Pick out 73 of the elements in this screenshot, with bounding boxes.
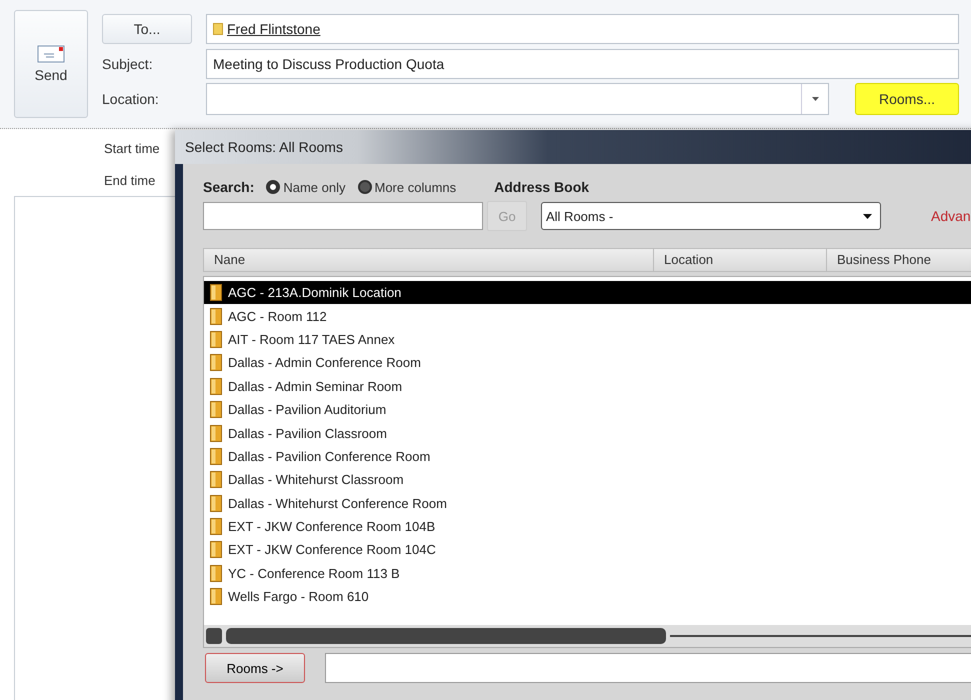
- dropdown-icon[interactable]: [812, 97, 818, 101]
- room-icon: [210, 401, 222, 418]
- room-row[interactable]: Dallas - Admin Conference Room: [204, 351, 971, 375]
- dialog-title: Select Rooms: All Rooms: [185, 139, 343, 155]
- end-time-label: End time: [104, 173, 156, 188]
- column-header[interactable]: Location: [654, 249, 827, 271]
- room-icon: [210, 541, 222, 558]
- room-name: Dallas - Pavilion Classroom: [228, 426, 387, 441]
- column-header[interactable]: Business Phone: [827, 249, 971, 271]
- search-label: Search:: [203, 179, 254, 195]
- send-button[interactable]: Send: [14, 10, 88, 118]
- advanced-find-link[interactable]: Advan: [931, 208, 971, 224]
- room-name: Dallas - Pavilion Conference Room: [228, 448, 430, 464]
- horizontal-scrollbar[interactable]: [204, 625, 971, 647]
- room-name: EXT - JKW Conference Room 104C: [228, 542, 436, 558]
- address-book-dropdown[interactable]: All Rooms -: [541, 202, 881, 230]
- room-row[interactable]: Dallas - Admin Seminar Room: [204, 374, 971, 398]
- room-name: YC - Conference Room 113 B: [228, 566, 400, 581]
- room-name: Dallas - Pavilion Auditorium: [228, 402, 386, 418]
- room-icon: [210, 588, 222, 606]
- address-book-label: Address Book: [494, 179, 590, 195]
- room-name: AGC - 213A.Dominik Location: [228, 285, 402, 300]
- location-label: Location:: [102, 91, 160, 107]
- room-row[interactable]: Dallas - Whitehurst Conference Room: [204, 492, 971, 515]
- room-icon: [210, 330, 222, 348]
- start-time-label: Start time: [104, 141, 160, 156]
- room-name: Wells Fargo - Room 610: [228, 589, 369, 604]
- rooms-field[interactable]: [325, 653, 971, 683]
- room-icon: [210, 448, 222, 465]
- room-row[interactable]: Dallas - Pavilion Auditorium: [204, 398, 971, 422]
- room-row[interactable]: AGC - Room 112: [204, 304, 971, 328]
- location-field[interactable]: [206, 83, 829, 115]
- radio-button[interactable]: [358, 180, 372, 194]
- radio-label[interactable]: More columns: [374, 180, 456, 194]
- room-name: AGC - Room 112: [228, 308, 327, 324]
- room-icon: [210, 564, 222, 582]
- room-row[interactable]: AGC - 213A.Dominik Location: [204, 281, 971, 304]
- room-name: Dallas - Admin Seminar Room: [228, 378, 402, 394]
- rooms-button[interactable]: Rooms...: [855, 83, 959, 115]
- radio-button[interactable]: [266, 180, 280, 194]
- recipient-link[interactable]: Fred Flintstone: [227, 21, 320, 37]
- column-header[interactable]: Nane: [204, 249, 654, 271]
- room-name: Dallas - Whitehurst Conference Room: [228, 496, 447, 511]
- to-button[interactable]: To...: [102, 14, 192, 44]
- room-row[interactable]: EXT - JKW Conference Room 104B: [204, 514, 971, 538]
- room-icon: [210, 494, 222, 512]
- rooms-add-button[interactable]: Rooms ->: [205, 653, 305, 683]
- room-row[interactable]: Dallas - Pavilion Conference Room: [204, 444, 971, 468]
- room-row[interactable]: AIT - Room 117 TAES Annex: [204, 328, 971, 352]
- radio-label[interactable]: Name only: [283, 180, 346, 194]
- search-field[interactable]: [203, 202, 483, 230]
- room-icon: [210, 378, 222, 395]
- room-icon: [210, 354, 222, 372]
- room-row[interactable]: YC - Conference Room 113 B: [204, 562, 971, 586]
- room-name: Dallas - Admin Conference Room: [228, 355, 421, 370]
- subject-field[interactable]: Meeting to Discuss Production Quota: [206, 49, 959, 79]
- room-name: EXT - JKW Conference Room 104B: [228, 519, 436, 534]
- room-icon: [210, 471, 222, 488]
- room-row[interactable]: Dallas - Whitehurst Classroom: [204, 468, 971, 492]
- room-name: Dallas - Whitehurst Classroom: [228, 472, 404, 488]
- room-row[interactable]: Wells Fargo - Room 610: [204, 585, 971, 608]
- contact-icon: [213, 23, 223, 35]
- envelope-icon: [37, 45, 65, 63]
- room-icon: [210, 308, 222, 325]
- room-name: AIT - Room 117 TAES Annex: [228, 332, 395, 347]
- room-row[interactable]: EXT - JKW Conference Room 104C: [204, 538, 971, 562]
- room-row[interactable]: Dallas - Pavilion Classroom: [204, 421, 971, 445]
- room-icon: [210, 518, 222, 536]
- dropdown-icon: [863, 214, 872, 218]
- subject-label: Subject:: [102, 56, 154, 72]
- room-icon: [210, 284, 222, 302]
- room-icon: [210, 424, 222, 442]
- to-field[interactable]: Fred Flintstone: [206, 14, 959, 44]
